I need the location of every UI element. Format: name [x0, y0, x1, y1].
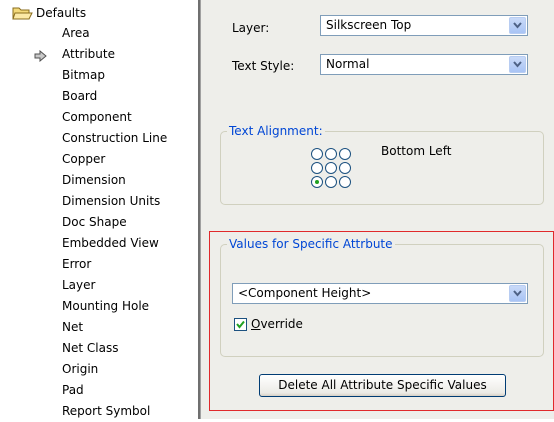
tree-item-label: Board	[62, 89, 98, 103]
tree-item-attribute[interactable]: Attribute	[34, 44, 167, 65]
tree-item-dimension[interactable]: Dimension	[62, 170, 167, 191]
tree-item-label: Construction Line	[62, 131, 168, 145]
arrow-right-icon	[34, 48, 48, 63]
tree-root-label: Defaults	[36, 6, 87, 20]
tree-item-origin[interactable]: Origin	[62, 359, 167, 380]
align-middle-left-radio[interactable]	[311, 162, 323, 174]
align-bottom-center-radio[interactable]	[325, 176, 337, 188]
tree-item-label: Mounting Hole	[62, 299, 150, 313]
tree-item-label: Net	[62, 320, 84, 334]
tree-item-label: Net Class	[62, 341, 119, 355]
tree-item-label: Area	[62, 26, 90, 40]
specific-attribute-dropdown-value: <Component Height>	[238, 286, 372, 300]
layer-dropdown-value: Silkscreen Top	[326, 18, 412, 32]
layer-label: Layer:	[232, 21, 270, 35]
tree-item-doc-shape[interactable]: Doc Shape	[62, 212, 167, 233]
layer-dropdown[interactable]: Silkscreen Top	[320, 15, 528, 36]
tree-item-label: Report Symbol	[62, 404, 151, 418]
text-style-dropdown-value: Normal	[326, 57, 370, 71]
tree-item-list: Area Attribute Bitmap Board Component Co…	[34, 23, 167, 422]
tree-item-label: Embedded View	[62, 236, 159, 250]
tree-item-label: Origin	[62, 362, 99, 376]
tree-item-copper[interactable]: Copper	[62, 149, 167, 170]
align-bottom-right-radio[interactable]	[339, 176, 351, 188]
alignment-radio-grid	[311, 148, 353, 190]
tree-item-bitmap[interactable]: Bitmap	[62, 65, 167, 86]
align-middle-right-radio[interactable]	[339, 162, 351, 174]
chevron-down-icon[interactable]	[509, 285, 526, 302]
tree-item-area[interactable]: Area	[62, 23, 167, 44]
tree-item-embedded-view[interactable]: Embedded View	[62, 233, 167, 254]
align-middle-center-radio[interactable]	[325, 162, 337, 174]
attribute-settings-panel: Layer: Silkscreen Top Text Style: Normal…	[201, 0, 554, 419]
align-bottom-left-radio[interactable]	[311, 176, 323, 188]
tree-item-label: Dimension	[62, 173, 126, 187]
text-alignment-group: Text Alignment: Bottom Left	[220, 124, 544, 205]
tree-item-board[interactable]: Board	[62, 86, 167, 107]
tree-item-pad[interactable]: Pad	[62, 380, 167, 401]
align-top-center-radio[interactable]	[325, 148, 337, 160]
tree-item-net[interactable]: Net	[62, 317, 167, 338]
tree-item-layer[interactable]: Layer	[62, 275, 167, 296]
tree-root-defaults[interactable]: Defaults	[12, 5, 86, 21]
tree-item-label: Doc Shape	[62, 215, 127, 229]
specific-attribute-title: Values for Specific Attrbute	[227, 237, 395, 252]
open-folder-icon	[12, 5, 34, 21]
tree-item-dimension-units[interactable]: Dimension Units	[62, 191, 167, 212]
tree-item-mounting-hole[interactable]: Mounting Hole	[62, 296, 167, 317]
specific-attribute-dropdown[interactable]: <Component Height>	[232, 283, 528, 304]
override-label-rest: verride	[260, 317, 303, 331]
alignment-selected-text: Bottom Left	[381, 144, 452, 158]
tree-item-label: Dimension Units	[62, 194, 161, 208]
tree-item-label: Layer	[62, 278, 96, 292]
tree-item-construction-line[interactable]: Construction Line	[62, 128, 167, 149]
defaults-tree: Defaults Area Attribute Bitmap Board Com…	[0, 0, 198, 419]
override-label[interactable]: Override	[251, 317, 303, 332]
tree-item-label: Component	[62, 110, 132, 124]
chevron-down-icon[interactable]	[509, 56, 526, 73]
text-style-dropdown[interactable]: Normal	[320, 54, 528, 75]
tree-item-label: Error	[62, 257, 92, 271]
chevron-down-icon[interactable]	[509, 17, 526, 34]
delete-all-specific-values-button[interactable]: Delete All Attribute Specific Values	[259, 374, 506, 397]
tree-item-label: Copper	[62, 152, 106, 166]
text-style-label: Text Style:	[232, 59, 295, 73]
tree-item-net-class[interactable]: Net Class	[62, 338, 167, 359]
text-alignment-title: Text Alignment:	[227, 124, 325, 139]
align-top-left-radio[interactable]	[311, 148, 323, 160]
tree-item-label: Attribute	[62, 47, 115, 61]
align-top-right-radio[interactable]	[339, 148, 351, 160]
tree-item-error[interactable]: Error	[62, 254, 167, 275]
tree-item-label: Bitmap	[62, 68, 105, 82]
override-checkbox[interactable]	[234, 318, 247, 331]
tree-item-label: Pad	[62, 383, 84, 397]
tree-item-component[interactable]: Component	[62, 107, 167, 128]
